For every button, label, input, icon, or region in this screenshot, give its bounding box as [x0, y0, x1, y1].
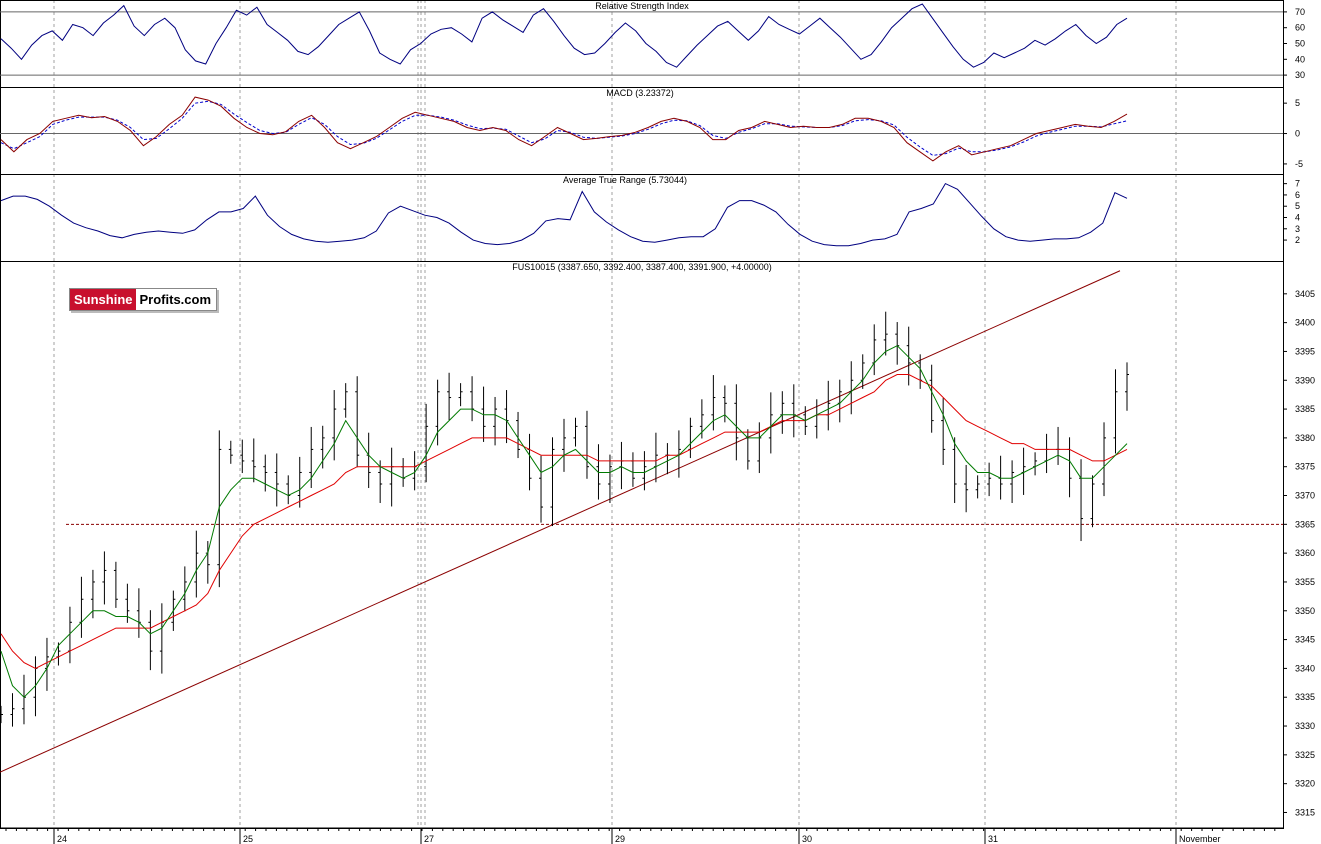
y-tick-label: 3385	[1295, 404, 1315, 414]
y-tick-label: 60	[1295, 23, 1305, 33]
atr-y-axis: 234 567	[1283, 179, 1300, 245]
y-tick-label: 3370	[1295, 491, 1315, 501]
fast-moving-average-line	[0, 345, 1128, 698]
y-tick-label: 0	[1295, 129, 1300, 139]
slow-moving-average-line	[0, 374, 1128, 669]
x-tick-label: 24	[57, 834, 67, 844]
y-tick-label: 5	[1295, 201, 1300, 211]
atr-panel: Average True Range (5.73044) 234 567	[0, 175, 1300, 247]
logo-part-1: Sunshine	[70, 289, 136, 310]
y-tick-label: 3355	[1295, 577, 1315, 587]
y-tick-label: -5	[1295, 159, 1303, 169]
rsi-title: Relative Strength Index	[595, 1, 689, 11]
y-tick-label: 3320	[1295, 779, 1315, 789]
y-tick-label: 3365	[1295, 519, 1315, 529]
y-tick-label: 4	[1295, 213, 1300, 223]
y-tick-label: 3340	[1295, 663, 1315, 673]
rsi-y-axis: 30 40 50 60 70	[1283, 7, 1305, 80]
atr-line	[0, 182, 1128, 247]
y-tick-label: 3380	[1295, 433, 1315, 443]
rsi-line	[0, 3, 1128, 68]
macd-panel: MACD (3.23372) 5 0 -5	[0, 88, 1303, 169]
y-tick-label: 3375	[1295, 462, 1315, 472]
x-tick-label: November	[1179, 834, 1221, 844]
y-tick-label: 3335	[1295, 692, 1315, 702]
y-tick-label: 7	[1295, 179, 1300, 189]
y-tick-label: 3325	[1295, 750, 1315, 760]
macd-title: MACD (3.23372)	[606, 88, 674, 98]
y-tick-label: 3360	[1295, 548, 1315, 558]
y-tick-label: 2	[1295, 235, 1300, 245]
y-tick-label: 30	[1295, 70, 1305, 80]
price-title: FUS10015 (3387.650, 3392.400, 3387.400, …	[512, 262, 771, 272]
y-tick-label: 3395	[1295, 346, 1315, 356]
x-tick-label: 31	[988, 834, 998, 844]
y-tick-label: 3390	[1295, 375, 1315, 385]
chart-canvas: Relative Strength Index 3040506070 MACD …	[0, 0, 1315, 844]
time-axis: 24 25 27 29 30 31 November	[0, 827, 1283, 844]
sunshine-profits-logo: Sunshine Profits.com	[69, 288, 217, 311]
panel-border	[0, 261, 1284, 829]
price-y-axis: 3315 3320 3325 3330 3335 3340 3345 3350 3355 3360…	[1283, 289, 1315, 817]
rising-trendline	[0, 270, 1121, 773]
y-tick-label: 3405	[1295, 289, 1315, 299]
y-tick-label: 70	[1295, 7, 1305, 17]
panel-frames	[0, 0, 1284, 829]
x-tick-label: 30	[802, 834, 812, 844]
macd-signal-line	[0, 100, 1128, 156]
x-tick-label: 29	[615, 834, 625, 844]
x-tick-label: 25	[243, 834, 253, 844]
y-tick-label: 3350	[1295, 606, 1315, 616]
logo-part-2: Profits.com	[139, 292, 212, 307]
macd-y-axis: 5 0 -5	[1283, 98, 1303, 169]
panel-border	[0, 0, 1284, 88]
y-tick-label: 3345	[1295, 635, 1315, 645]
price-panel: FUS10015 (3387.650, 3392.400, 3387.400, …	[0, 262, 1315, 817]
x-tick-label: 27	[424, 834, 434, 844]
y-tick-label: 3330	[1295, 721, 1315, 731]
atr-title: Average True Range (5.73044)	[563, 175, 687, 185]
y-tick-label: 50	[1295, 39, 1305, 49]
panel-border	[0, 174, 1284, 262]
grid	[53, 0, 1177, 828]
y-tick-label: 5	[1295, 98, 1300, 108]
rsi-panel: Relative Strength Index 30 40 50 60 70	[0, 1, 1305, 80]
y-tick-label: 3400	[1295, 318, 1315, 328]
rsi-reference-lines	[0, 11, 1283, 76]
y-tick-label: 40	[1295, 54, 1305, 64]
y-tick-label: 3	[1295, 224, 1300, 234]
y-tick-label: 6	[1295, 190, 1300, 200]
y-tick-label: 3315	[1295, 807, 1315, 817]
macd-line	[0, 96, 1128, 162]
